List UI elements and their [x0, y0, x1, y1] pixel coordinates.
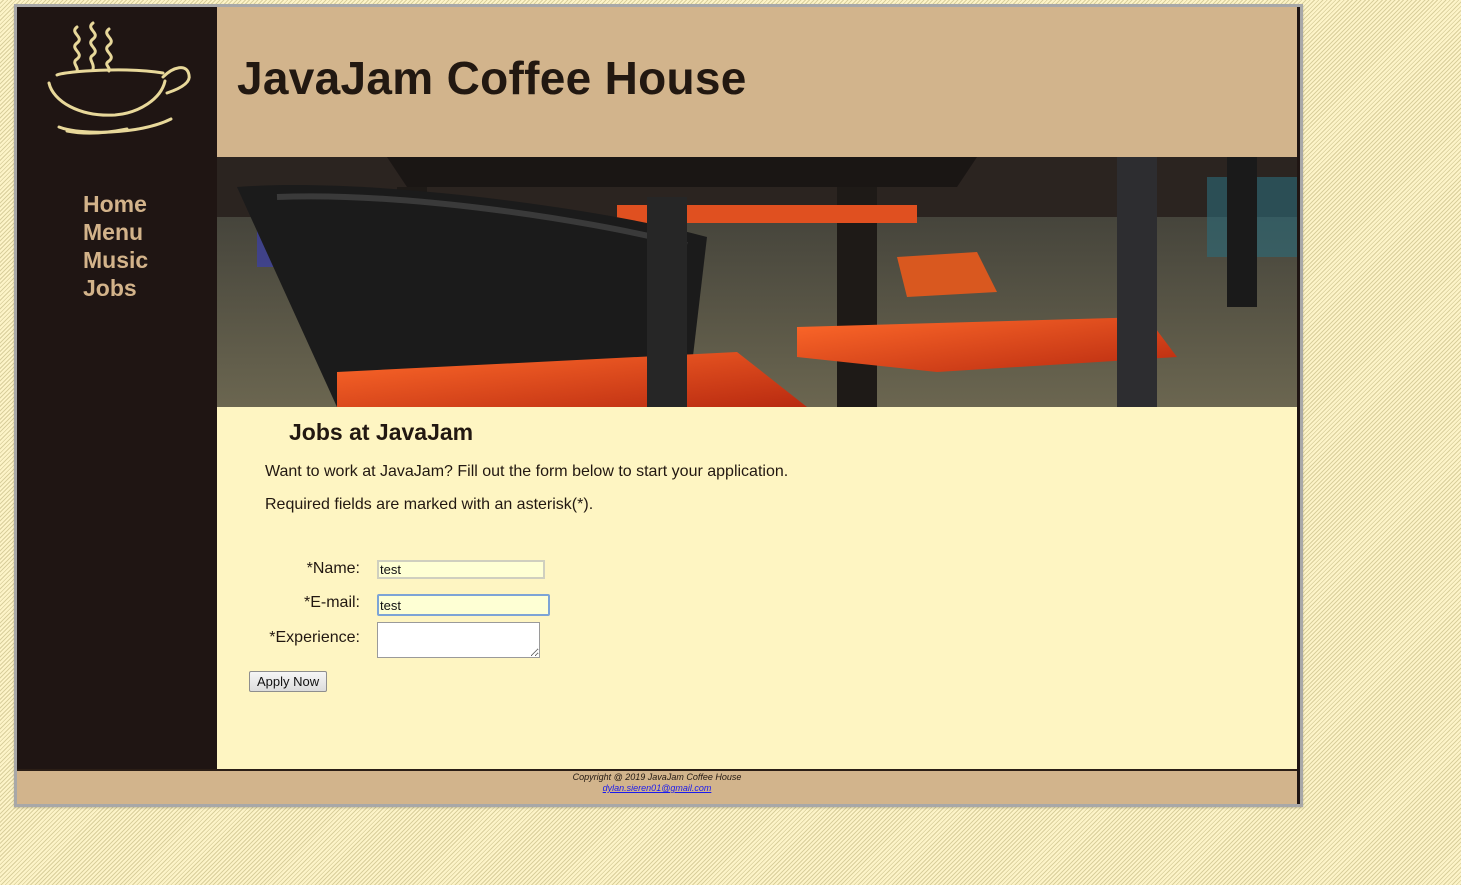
email-input[interactable]: [377, 594, 550, 616]
coffee-cup-logo-icon: [47, 21, 191, 135]
site-title: JavaJam Coffee House: [237, 52, 747, 104]
experience-textarea[interactable]: [377, 622, 540, 658]
name-label: *Name:: [306, 560, 360, 577]
nav-home[interactable]: Home: [83, 190, 148, 218]
nav-music[interactable]: Music: [83, 246, 148, 274]
email-label: *E-mail:: [303, 594, 360, 611]
copyright-text: Copyright @ 2019 JavaJam Coffee House: [572, 772, 742, 782]
intro-text: Want to work at JavaJam? Fill out the fo…: [265, 463, 789, 480]
site-header: JavaJam Coffee House: [217, 7, 1297, 157]
apply-now-button[interactable]: Apply Now: [249, 671, 328, 692]
cafe-chairs-photo-icon: [217, 157, 1297, 407]
experience-label: *Experience:: [269, 629, 360, 646]
nav-menu[interactable]: Menu: [83, 218, 148, 246]
footer-email-link[interactable]: dylan.sieren01@gmail.com: [603, 783, 712, 793]
hero-image: [217, 157, 1297, 407]
page-heading: Jobs at JavaJam: [289, 419, 474, 445]
logo: [17, 7, 217, 157]
name-input[interactable]: [377, 560, 545, 579]
nav-jobs[interactable]: Jobs: [83, 274, 148, 302]
main-nav: Home Menu Music Jobs: [83, 190, 148, 302]
main-content: Jobs at JavaJam Want to work at JavaJam?…: [217, 407, 1297, 769]
required-note: Required fields are marked with an aster…: [265, 496, 594, 513]
site-footer: Copyright @ 2019 JavaJam Coffee House dy…: [17, 769, 1297, 804]
page-wrapper: Home Menu Music Jobs JavaJam Coffee Hous…: [14, 4, 1303, 807]
